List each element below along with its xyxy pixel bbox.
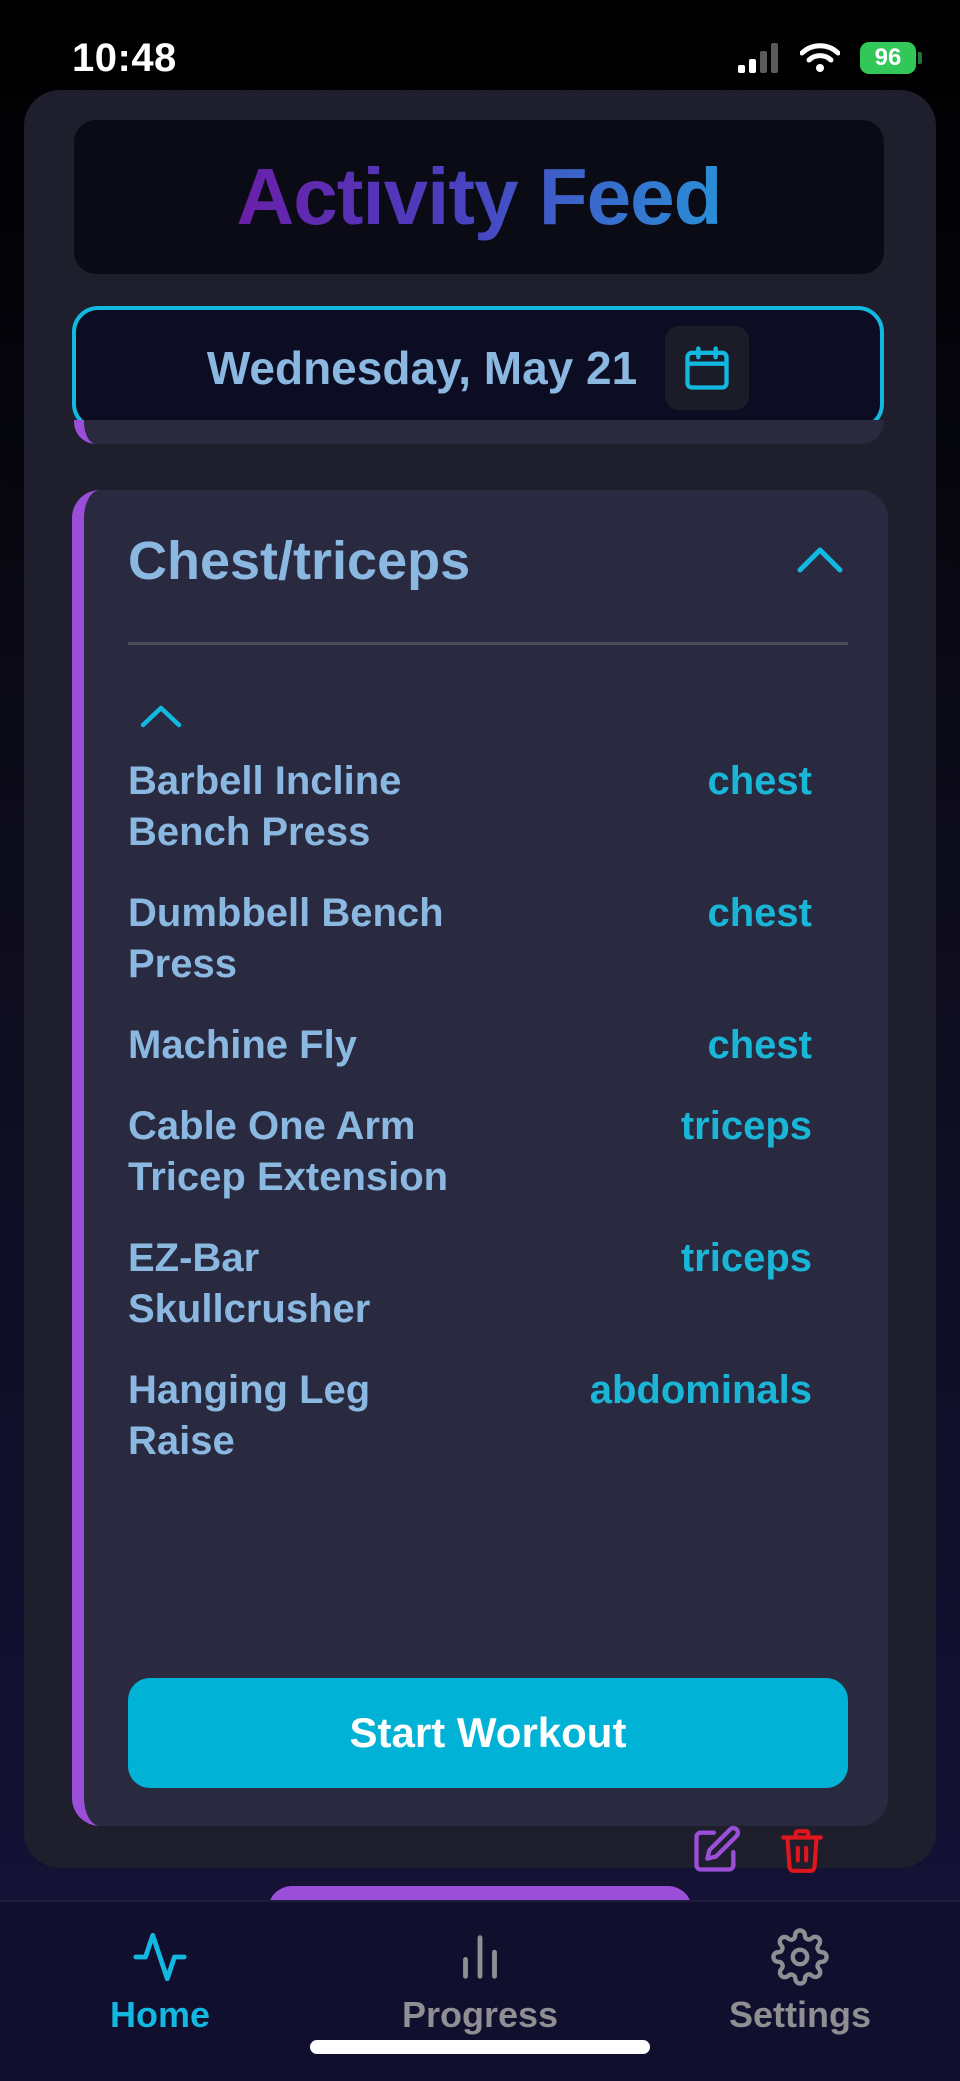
exercise-muscle: chest [707,891,813,935]
divider [128,642,848,645]
chevron-up-icon [140,705,182,728]
chevron-up-icon [797,547,843,573]
battery-level: 96 [874,44,902,71]
home-indicator[interactable] [310,2040,650,2054]
collapse-card-button[interactable] [790,536,850,582]
calendar-icon [685,346,729,390]
exercise-list: Barbell Incline Bench Press chest Dumbbe… [128,756,812,1497]
header-card: Activity Feed [74,120,884,274]
edit-workout-button[interactable] [688,1822,744,1878]
start-workout-label: Start Workout [349,1709,627,1756]
cellular-signal-icon [738,43,778,73]
edit-icon [694,1825,741,1872]
gear-icon [771,1928,829,1986]
tab-settings[interactable]: Settings [680,1928,920,2036]
exercise-name: Barbell Incline Bench Press [128,759,402,854]
main-panel: Activity Feed Wednesday, May 21 Chest/tr… [24,90,936,1873]
exercise-row[interactable]: Hanging Leg Raise abdominals [128,1365,812,1467]
workout-title: Chest/triceps [128,531,471,591]
status-bar: 10:48 96 [0,0,960,88]
exercise-name: EZ-Bar Skullcrusher [128,1236,371,1331]
page-title: Activity Feed [236,152,723,241]
exercise-list-toggle[interactable] [136,696,186,736]
exercise-muscle: chest [707,759,813,803]
exercise-row[interactable]: EZ-Bar Skullcrusher triceps [128,1233,812,1335]
tab-settings-label: Settings [728,1994,871,2035]
exercise-name: Dumbbell Bench Press [128,891,444,986]
tab-home[interactable]: Home [40,1928,280,2036]
date-label: Wednesday, May 21 [206,342,638,394]
trash-icon [781,1829,823,1873]
exercise-name: Machine Fly [128,1023,357,1067]
exercise-name: Hanging Leg Raise [128,1368,371,1463]
tab-home-label: Home [109,1994,211,2035]
exercise-name: Cable One Arm Tricep Extension [128,1104,449,1199]
bar-chart-icon [463,1935,497,1979]
delete-workout-button[interactable] [774,1822,830,1878]
date-selector[interactable]: Wednesday, May 21 [72,306,884,430]
calendar-button[interactable] [665,326,750,410]
exercise-row[interactable]: Machine Fly chest [128,1020,812,1071]
status-icons: 96 [738,42,922,74]
tab-progress[interactable]: Progress [360,1928,600,2036]
tab-progress-label: Progress [401,1994,559,2035]
exercise-muscle: abdominals [589,1368,812,1412]
exercise-row[interactable]: Cable One Arm Tricep Extension triceps [128,1101,812,1203]
exercise-muscle: chest [707,1023,813,1067]
previous-card-edge [74,420,884,444]
activity-pulse-icon [133,1932,187,1982]
battery-indicator: 96 [860,42,922,74]
exercise-muscle: triceps [680,1104,812,1148]
exercise-muscle: triceps [680,1236,812,1280]
workout-card: Chest/triceps Barbell Incline Bench Pres… [72,490,888,1873]
exercise-row[interactable]: Dumbbell Bench Press chest [128,888,812,990]
start-workout-button[interactable]: Start Workout [128,1678,848,1788]
status-time: 10:48 [72,36,177,80]
wifi-icon [800,43,840,72]
exercise-row[interactable]: Barbell Incline Bench Press chest [128,756,812,858]
